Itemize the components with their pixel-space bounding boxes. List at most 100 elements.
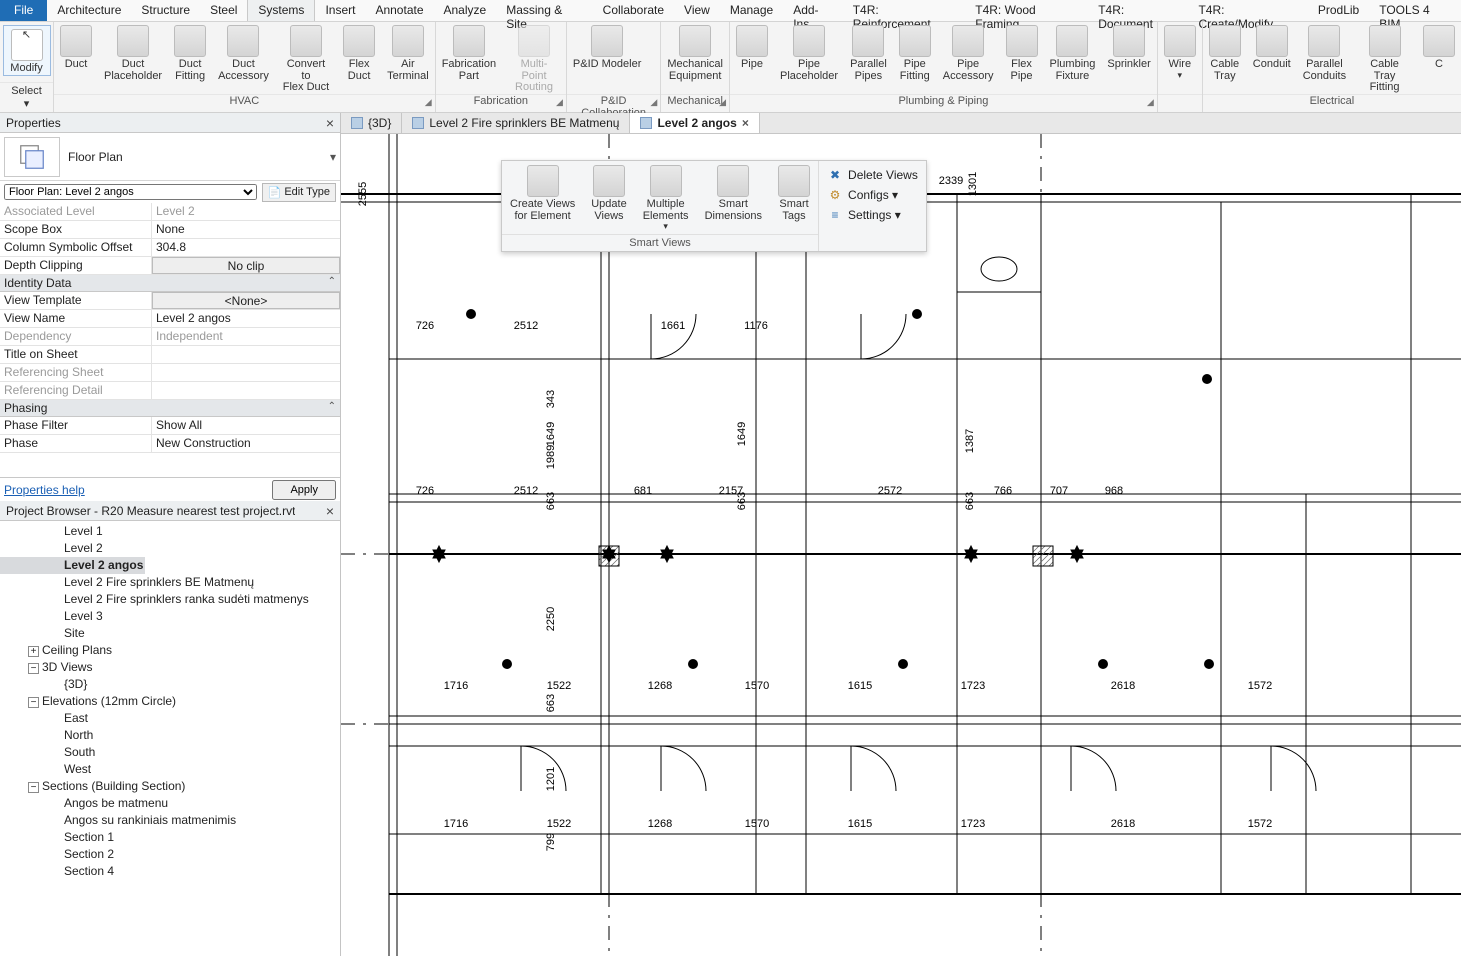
duct-tool[interactable]: Duct [54, 22, 98, 71]
dialog-launcher-icon[interactable]: ◢ [1147, 97, 1154, 108]
tree-node[interactable]: +Ceiling Plans [0, 642, 340, 659]
mechanical-equipment-tool[interactable]: MechanicalEquipment [661, 22, 729, 82]
conduit-tool[interactable]: Conduit [1247, 22, 1297, 71]
smart-dimensions-tool[interactable]: SmartDimensions [697, 161, 770, 234]
property-row[interactable]: Depth ClippingNo clip [0, 257, 340, 275]
duct-accessory-tool[interactable]: DuctAccessory [212, 22, 275, 82]
multiple-elements-tool[interactable]: MultipleElements▾ [635, 161, 697, 234]
property-row[interactable]: PhaseNew Construction [0, 435, 340, 453]
menu-architecture[interactable]: Architecture [47, 0, 131, 21]
property-value[interactable]: Show All [152, 417, 340, 434]
smart-tags-tool[interactable]: SmartTags [770, 161, 818, 234]
plumbing-fixture-tool[interactable]: PlumbingFixture [1044, 22, 1102, 82]
pipe-placeholder-tool[interactable]: PipePlaceholder [774, 22, 844, 82]
property-value[interactable]: No clip [152, 257, 340, 274]
convert-flex-duct-tool[interactable]: Convert toFlex Duct [275, 22, 337, 94]
tree-node[interactable]: East [0, 710, 340, 727]
doc-tab-angos[interactable]: Level 2 angos× [630, 113, 759, 133]
property-row[interactable]: Associated LevelLevel 2 [0, 203, 340, 221]
dialog-launcher-icon[interactable]: ◢ [650, 97, 657, 108]
tree-node[interactable]: Level 2 Fire sprinklers BE Matmenų [0, 574, 340, 591]
tree-node[interactable]: −3D Views [0, 659, 340, 676]
property-row[interactable]: DependencyIndependent [0, 328, 340, 346]
collapse-icon[interactable]: − [28, 663, 39, 674]
phasing-header[interactable]: Phasing⌃ [0, 400, 340, 417]
conduit-fitting-tool[interactable]: C [1417, 22, 1461, 71]
doc-tab-fire[interactable]: Level 2 Fire sprinklers BE Matmenų [402, 113, 630, 133]
property-value[interactable]: <None> [152, 292, 340, 309]
project-browser[interactable]: Level 1Level 2Level 2 angosLevel 2 Fire … [0, 521, 340, 956]
tree-node[interactable]: −Elevations (12mm Circle) [0, 693, 340, 710]
property-row[interactable]: Title on Sheet [0, 346, 340, 364]
tree-node[interactable]: Level 3 [0, 608, 340, 625]
menu-analyze[interactable]: Analyze [434, 0, 497, 21]
smart-views-panel[interactable]: Create Viewsfor ElementUpdateViewsMultip… [501, 160, 927, 252]
tree-node[interactable]: Level 2 Fire sprinklers ranka sudėti mat… [0, 591, 340, 608]
delete-views-button[interactable]: ✖Delete Views [827, 165, 918, 185]
tree-node[interactable]: Level 2 angos [0, 557, 145, 574]
tree-node[interactable]: Site [0, 625, 340, 642]
parallel-pipes-tool[interactable]: ParallelPipes [844, 22, 893, 82]
property-row[interactable]: Referencing Sheet [0, 364, 340, 382]
menu-structure[interactable]: Structure [131, 0, 200, 21]
create-views-tool[interactable]: Create Viewsfor Element [502, 161, 583, 234]
tree-node[interactable]: Section 4 [0, 863, 340, 880]
menu-addins[interactable]: Add-Ins [783, 0, 843, 21]
apply-button[interactable]: Apply [272, 480, 336, 500]
tree-node[interactable]: −Sections (Building Section) [0, 778, 340, 795]
property-row[interactable]: Phase FilterShow All [0, 417, 340, 435]
dialog-launcher-icon[interactable]: ◢ [556, 97, 563, 108]
menu-prodlib[interactable]: ProdLib [1308, 0, 1369, 21]
flex-pipe-tool[interactable]: FlexPipe [1000, 22, 1044, 82]
property-row[interactable]: Referencing Detail [0, 382, 340, 400]
menu-t4r-document[interactable]: T4R: Document [1088, 0, 1188, 21]
update-views-tool[interactable]: UpdateViews [583, 161, 634, 234]
wire-tool[interactable]: Wire▾ [1158, 22, 1202, 80]
instance-selector[interactable]: Floor Plan: Level 2 angos [4, 184, 257, 200]
property-row[interactable]: View NameLevel 2 angos [0, 310, 340, 328]
tree-node[interactable]: Section 1 [0, 829, 340, 846]
fabrication-part-tool[interactable]: FabricationPart [436, 22, 502, 82]
parallel-conduits-tool[interactable]: ParallelConduits [1297, 22, 1352, 82]
doc-tab-3d[interactable]: {3D} [341, 113, 402, 133]
pid-modeler-tool[interactable]: P&ID Modeler [567, 22, 647, 71]
select-dropdown[interactable]: Select ▾ [0, 82, 53, 112]
menu-view[interactable]: View [674, 0, 720, 21]
tree-node[interactable]: Level 1 [0, 523, 340, 540]
air-terminal-tool[interactable]: AirTerminal [381, 22, 435, 82]
edit-type-button[interactable]: 📄Edit Type [262, 183, 336, 202]
menu-collaborate[interactable]: Collaborate [593, 0, 674, 21]
cable-tray-fitting-tool[interactable]: Cable TrayFitting [1352, 22, 1417, 94]
property-value[interactable]: New Construction [152, 435, 340, 452]
property-row[interactable]: View Template<None> [0, 292, 340, 310]
tree-node[interactable]: West [0, 761, 340, 778]
close-icon[interactable]: × [326, 115, 334, 131]
property-value[interactable]: Level 2 angos [152, 310, 340, 327]
menu-insert[interactable]: Insert [315, 0, 365, 21]
close-icon[interactable]: × [326, 503, 334, 519]
collapse-icon[interactable]: − [28, 697, 39, 708]
property-row[interactable]: Column Symbolic Offset304.8 [0, 239, 340, 257]
tree-node[interactable]: Section 2 [0, 846, 340, 863]
menu-file[interactable]: File [0, 0, 47, 21]
properties-help-link[interactable]: Properties help [4, 483, 85, 497]
flex-duct-tool[interactable]: FlexDuct [337, 22, 381, 82]
tree-node[interactable]: North [0, 727, 340, 744]
menu-systems[interactable]: Systems [247, 0, 315, 21]
dialog-launcher-icon[interactable]: ◢ [425, 97, 432, 108]
menu-annotate[interactable]: Annotate [365, 0, 433, 21]
tree-node[interactable]: Angos su rankiniais matmenimis [0, 812, 340, 829]
dialog-launcher-icon[interactable]: ◢ [719, 97, 726, 108]
tree-node[interactable]: South [0, 744, 340, 761]
pipe-fitting-tool[interactable]: PipeFitting [893, 22, 937, 82]
tree-node[interactable]: Angos be matmenu [0, 795, 340, 812]
pipe-accessory-tool[interactable]: PipeAccessory [937, 22, 1000, 82]
collapse-icon[interactable]: − [28, 782, 39, 793]
drawing-viewport[interactable]: 9992339130173011301255572625121661117672… [341, 134, 1461, 956]
menu-manage[interactable]: Manage [720, 0, 783, 21]
identity-data-header[interactable]: Identity Data⌃ [0, 275, 340, 292]
close-icon[interactable]: × [742, 116, 749, 130]
type-selector[interactable]: Floor Plan ▾ [0, 133, 340, 181]
duct-fitting-tool[interactable]: DuctFitting [168, 22, 212, 82]
expand-icon[interactable]: + [28, 646, 39, 657]
